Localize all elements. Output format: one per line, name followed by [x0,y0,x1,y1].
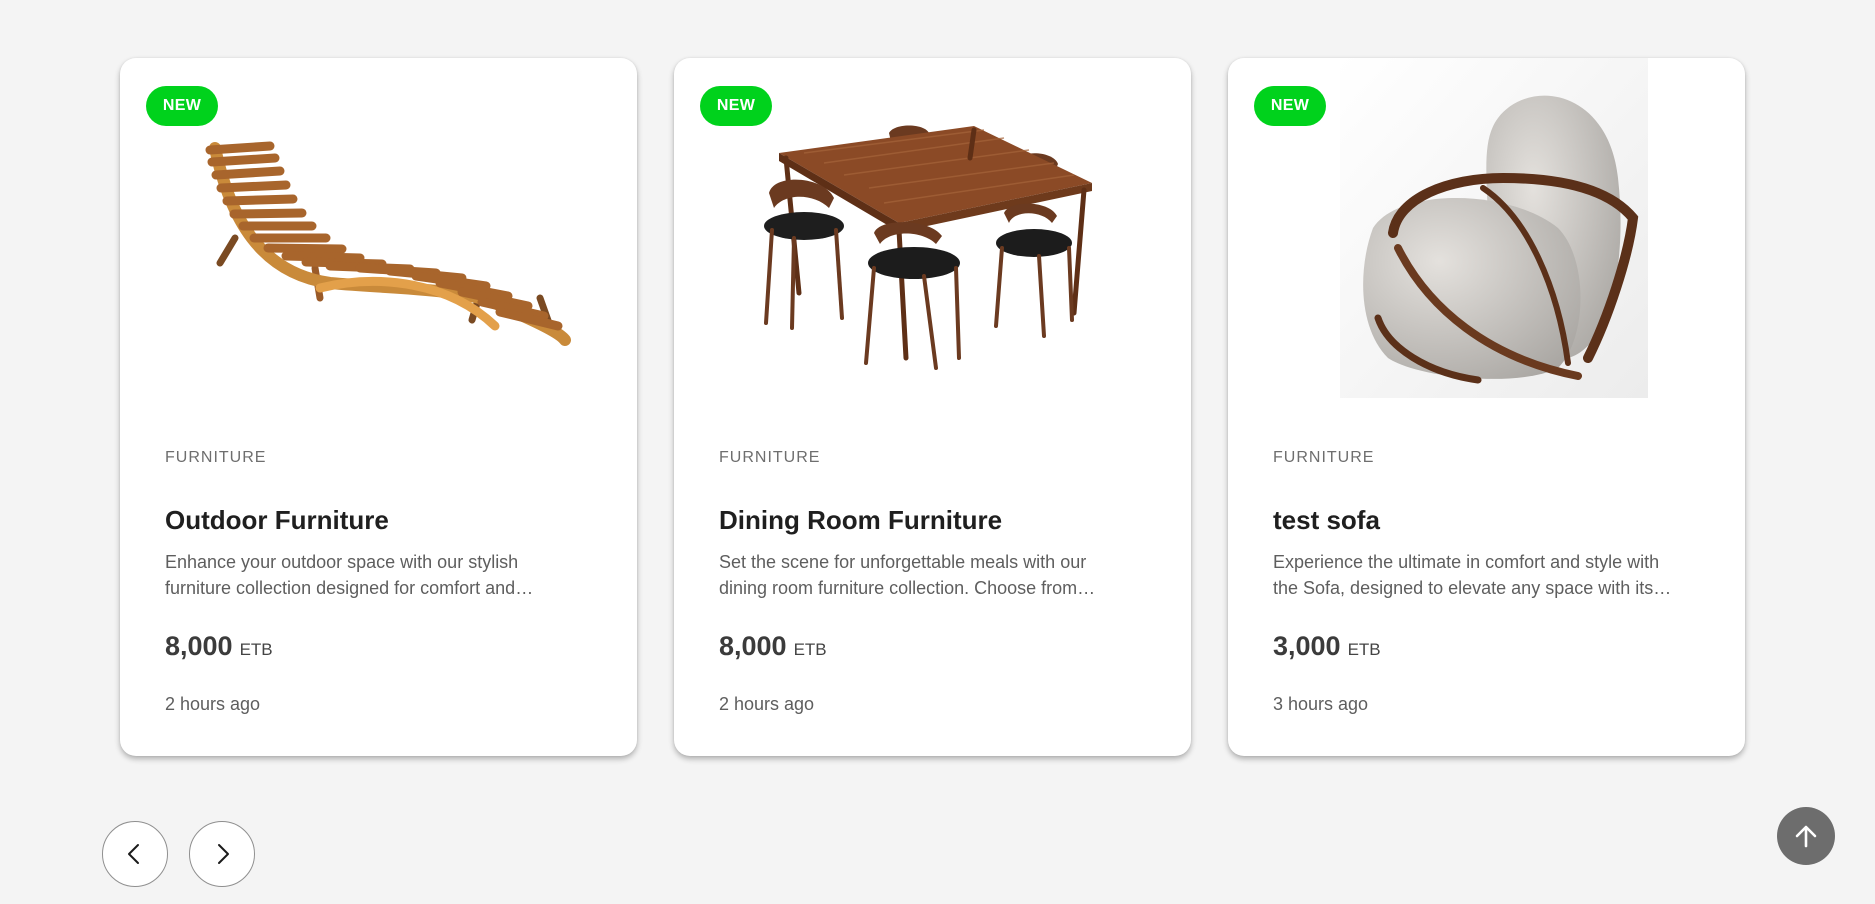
product-category: FURNITURE [165,449,267,466]
arrow-up-icon [1795,825,1817,848]
price-value: 3,000 [1273,631,1341,661]
scroll-to-top-button[interactable] [1777,807,1835,865]
posted-time: 2 hours ago [165,694,261,714]
product-carousel: NEW FURNITURE Outdoor Furniture Enhance … [120,58,1745,756]
price-value: 8,000 [719,631,787,661]
new-badge: NEW [146,86,218,126]
product-price: 8,000 ETB [165,631,273,662]
product-price: 3,000 ETB [1273,631,1381,662]
price-value: 8,000 [165,631,233,661]
chevron-right-icon [218,844,229,864]
product-card[interactable]: NEW [674,58,1191,756]
new-badge: NEW [1254,86,1326,126]
chevron-left-icon [128,844,139,864]
carousel-prev-button[interactable] [102,821,168,887]
product-description: Experience the ultimate in comfort and s… [1273,552,1660,598]
new-badge: NEW [700,86,772,126]
price-currency: ETB [1347,640,1381,659]
product-category: FURNITURE [719,449,821,466]
product-title[interactable]: test sofa [1273,505,1380,536]
carousel-next-button[interactable] [189,821,255,887]
posted-time: 3 hours ago [1273,694,1369,714]
price-currency: ETB [793,640,827,659]
product-category: FURNITURE [1273,449,1375,466]
price-currency: ETB [239,640,273,659]
product-description: Set the scene for unforgettable meals wi… [719,552,1087,598]
product-description: Enhance your outdoor space with our styl… [165,552,519,598]
posted-time: 2 hours ago [719,694,815,714]
product-card[interactable]: NEW [1228,58,1745,756]
product-price: 8,000 ETB [719,631,827,662]
product-title[interactable]: Outdoor Furniture [165,505,389,536]
product-title[interactable]: Dining Room Furniture [719,505,1002,536]
product-card[interactable]: NEW [120,58,637,756]
